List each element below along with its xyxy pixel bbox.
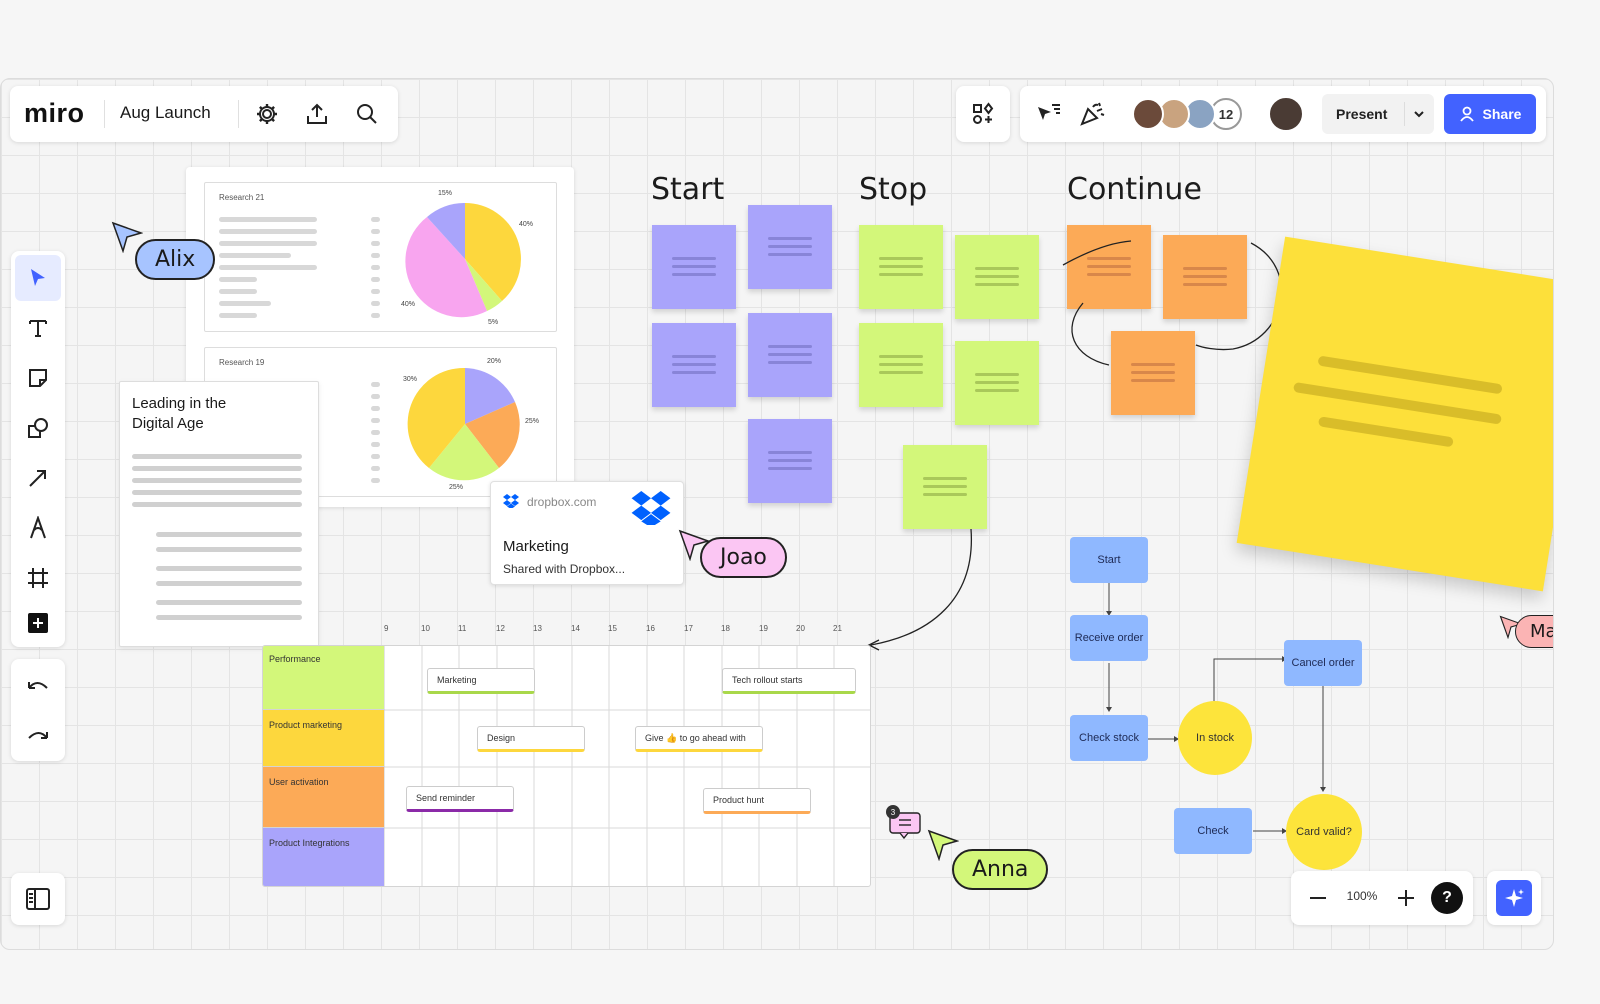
select-tool[interactable] [15,255,61,301]
follow-cursor-button[interactable] [1028,95,1068,133]
cursor-label-maria: Maria [1515,615,1553,648]
shapes-icon [28,418,48,438]
zoom-out-button[interactable] [1299,879,1337,917]
add-more-tool[interactable] [15,603,61,643]
undo-button[interactable] [15,663,61,709]
redo-button[interactable] [15,713,61,759]
top-right-bar: 12 Present Share [1020,86,1546,142]
minus-icon [1310,897,1326,899]
present-button[interactable]: Present [1336,106,1387,122]
top-left-bar: miro Aug Launch [10,86,398,142]
arrow-icon [29,470,46,487]
party-popper-icon [1080,102,1105,126]
shapes-tool[interactable] [15,405,61,451]
sparkle-icon [1496,880,1532,916]
cursor-anna-icon [927,829,959,861]
cursor-label-alix: Alix [135,239,216,280]
help-button[interactable]: ? [1431,882,1463,914]
sidebar-panel-icon [26,888,50,910]
undo-icon [28,682,48,689]
pen-tool[interactable] [15,505,61,551]
tool-rail [11,251,65,647]
apps-button[interactable] [956,86,1010,142]
connector-tool[interactable] [15,455,61,501]
flow-card-valid[interactable]: Card valid? [1286,794,1362,870]
gear-icon [257,104,277,124]
flow-cancel-order[interactable]: Cancel order [1284,640,1362,686]
share-label: Share [1482,106,1522,122]
celebrate-button[interactable] [1072,95,1112,133]
divider [104,100,105,128]
redo-icon [28,732,48,739]
sticky-note-tool[interactable] [15,355,61,401]
upload-icon [307,103,327,124]
chevron-down-icon[interactable] [1412,108,1426,120]
text-icon [29,320,47,337]
divider [238,100,239,128]
zoom-level[interactable]: 100% [1341,889,1383,903]
cursor-label-joao: Joao [700,537,787,578]
sticky-note-icon [29,369,47,387]
pen-icon [30,516,46,539]
pointer-icon [31,269,45,286]
ai-assist-button[interactable] [1487,871,1541,925]
plus-square-icon [28,613,48,633]
cursor-label-anna: Anna [952,849,1049,890]
flow-check[interactable]: Check [1174,808,1252,854]
user-avatar[interactable] [1268,96,1304,132]
zoom-in-button[interactable] [1387,879,1425,917]
cursor-follow-icon [1038,104,1060,120]
flow-start[interactable]: Start [1070,537,1148,583]
history-rail [11,659,65,761]
frames-panel-button[interactable] [11,873,65,925]
divider [1404,102,1405,126]
zoom-controls: 100% ? [1291,871,1473,925]
board-title[interactable]: Aug Launch [120,103,211,123]
flow-check-stock[interactable]: Check stock [1070,715,1148,761]
present-button-group: Present [1322,94,1434,134]
settings-button[interactable] [248,95,286,133]
text-tool[interactable] [15,305,61,351]
flow-in-stock[interactable]: In stock [1178,701,1252,775]
frame-tool[interactable] [15,555,61,601]
user-icon [1459,106,1474,122]
search-icon [357,104,377,124]
flow-receive-order[interactable]: Receive order [1070,615,1148,661]
share-button[interactable]: Share [1444,94,1536,134]
export-button[interactable] [298,95,336,133]
miro-logo[interactable]: miro [24,98,85,129]
search-button[interactable] [348,95,386,133]
apps-icon [973,102,994,124]
plus-icon [1398,890,1414,906]
help-icon: ? [1442,889,1452,906]
canvas-board[interactable]: Research 21 15% 40% 40% 5% Research 19 2… [0,78,1554,950]
avatar[interactable] [1132,98,1164,130]
frame-icon [28,568,48,588]
